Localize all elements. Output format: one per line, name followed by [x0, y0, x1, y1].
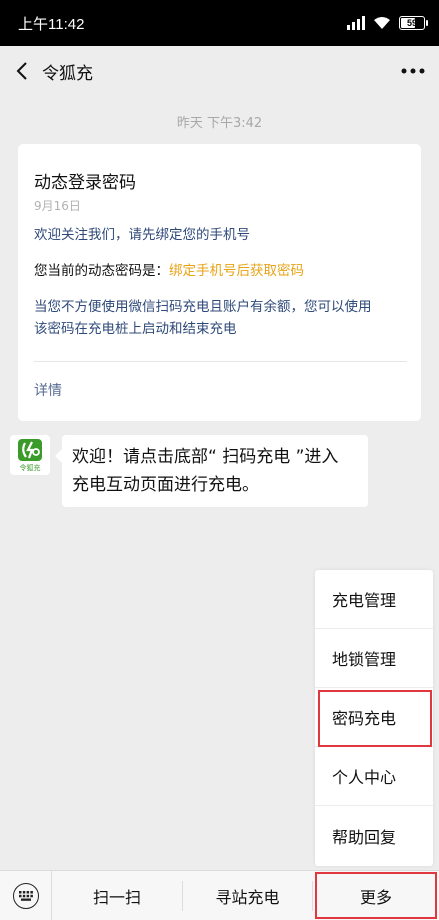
chat-bubble[interactable]: 欢迎！请点击底部“ 扫码充电 ”进入 充电互动页面进行充电。 — [55, 435, 368, 507]
ellipsis-icon — [401, 68, 425, 74]
charger-logo-icon — [18, 438, 42, 461]
keyboard-toggle-button[interactable] — [0, 871, 52, 920]
card-note-line1: 当您不方便使用微信扫码充电且账户有余额，您可以使用 — [34, 299, 372, 315]
menu-item-help-reply[interactable]: 帮助回复 — [315, 806, 433, 865]
keyboard-icon — [12, 883, 39, 909]
battery-icon: 59 — [399, 16, 428, 30]
status-icons: 59 — [347, 16, 428, 30]
battery-level: 59 — [406, 18, 417, 28]
chat-title: 令狐充 — [42, 63, 93, 84]
avatar-label: 令狐充 — [19, 463, 41, 472]
menu-item-charge-management[interactable]: 充电管理 — [315, 570, 433, 629]
card-divider — [34, 361, 407, 362]
card-title: 动态登录密码 — [34, 173, 136, 193]
card-welcome-line: 欢迎关注我们，请先绑定您的手机号 — [34, 227, 250, 243]
message-timestamp: 昨天 下午3:42 — [176, 116, 263, 131]
message-line1: 欢迎！请点击底部“ 扫码充电 ”进入 — [72, 447, 339, 467]
more-options-button[interactable] — [399, 60, 427, 82]
avatar[interactable]: 令狐充 — [10, 435, 50, 475]
card-password-line: 您当前的动态密码是：绑定手机号后获取密码 — [34, 260, 407, 282]
signal-icon — [347, 16, 365, 30]
template-message-card[interactable]: 动态登录密码 9月16日 欢迎关注我们，请先绑定您的手机号 您当前的动态密码是：… — [18, 144, 421, 421]
menu-find-station-button[interactable]: 寻站充电 — [183, 871, 312, 920]
password-value: 绑定手机号后获取密码 — [169, 263, 304, 279]
wifi-icon — [374, 17, 390, 29]
highlight-box-more — [315, 872, 437, 919]
chevron-left-icon — [16, 62, 27, 80]
menu-scan-button[interactable]: 扫一扫 — [52, 871, 182, 920]
status-time: 上午11:42 — [18, 15, 85, 33]
card-date: 9月16日 — [34, 199, 81, 213]
status-bar: 上午11:42 59 — [0, 0, 439, 46]
message-line2: 充电互动页面进行充电。 — [72, 475, 259, 495]
back-button[interactable] — [2, 46, 42, 96]
card-note: 当您不方便使用微信扫码充电且账户有余额，您可以使用 该密码在充电桩上启动和结束充… — [34, 296, 407, 340]
menu-item-lock-management[interactable]: 地锁管理 — [315, 629, 433, 688]
card-note-line2: 该密码在充电桩上启动和结束充电 — [34, 321, 237, 337]
nav-bar: 令狐充 — [0, 46, 439, 96]
password-label: 您当前的动态密码是： — [34, 263, 169, 279]
highlight-box-password-charge — [318, 690, 432, 747]
card-detail-link[interactable]: 详情 — [34, 380, 62, 400]
menu-item-personal-center[interactable]: 个人中心 — [315, 747, 433, 806]
